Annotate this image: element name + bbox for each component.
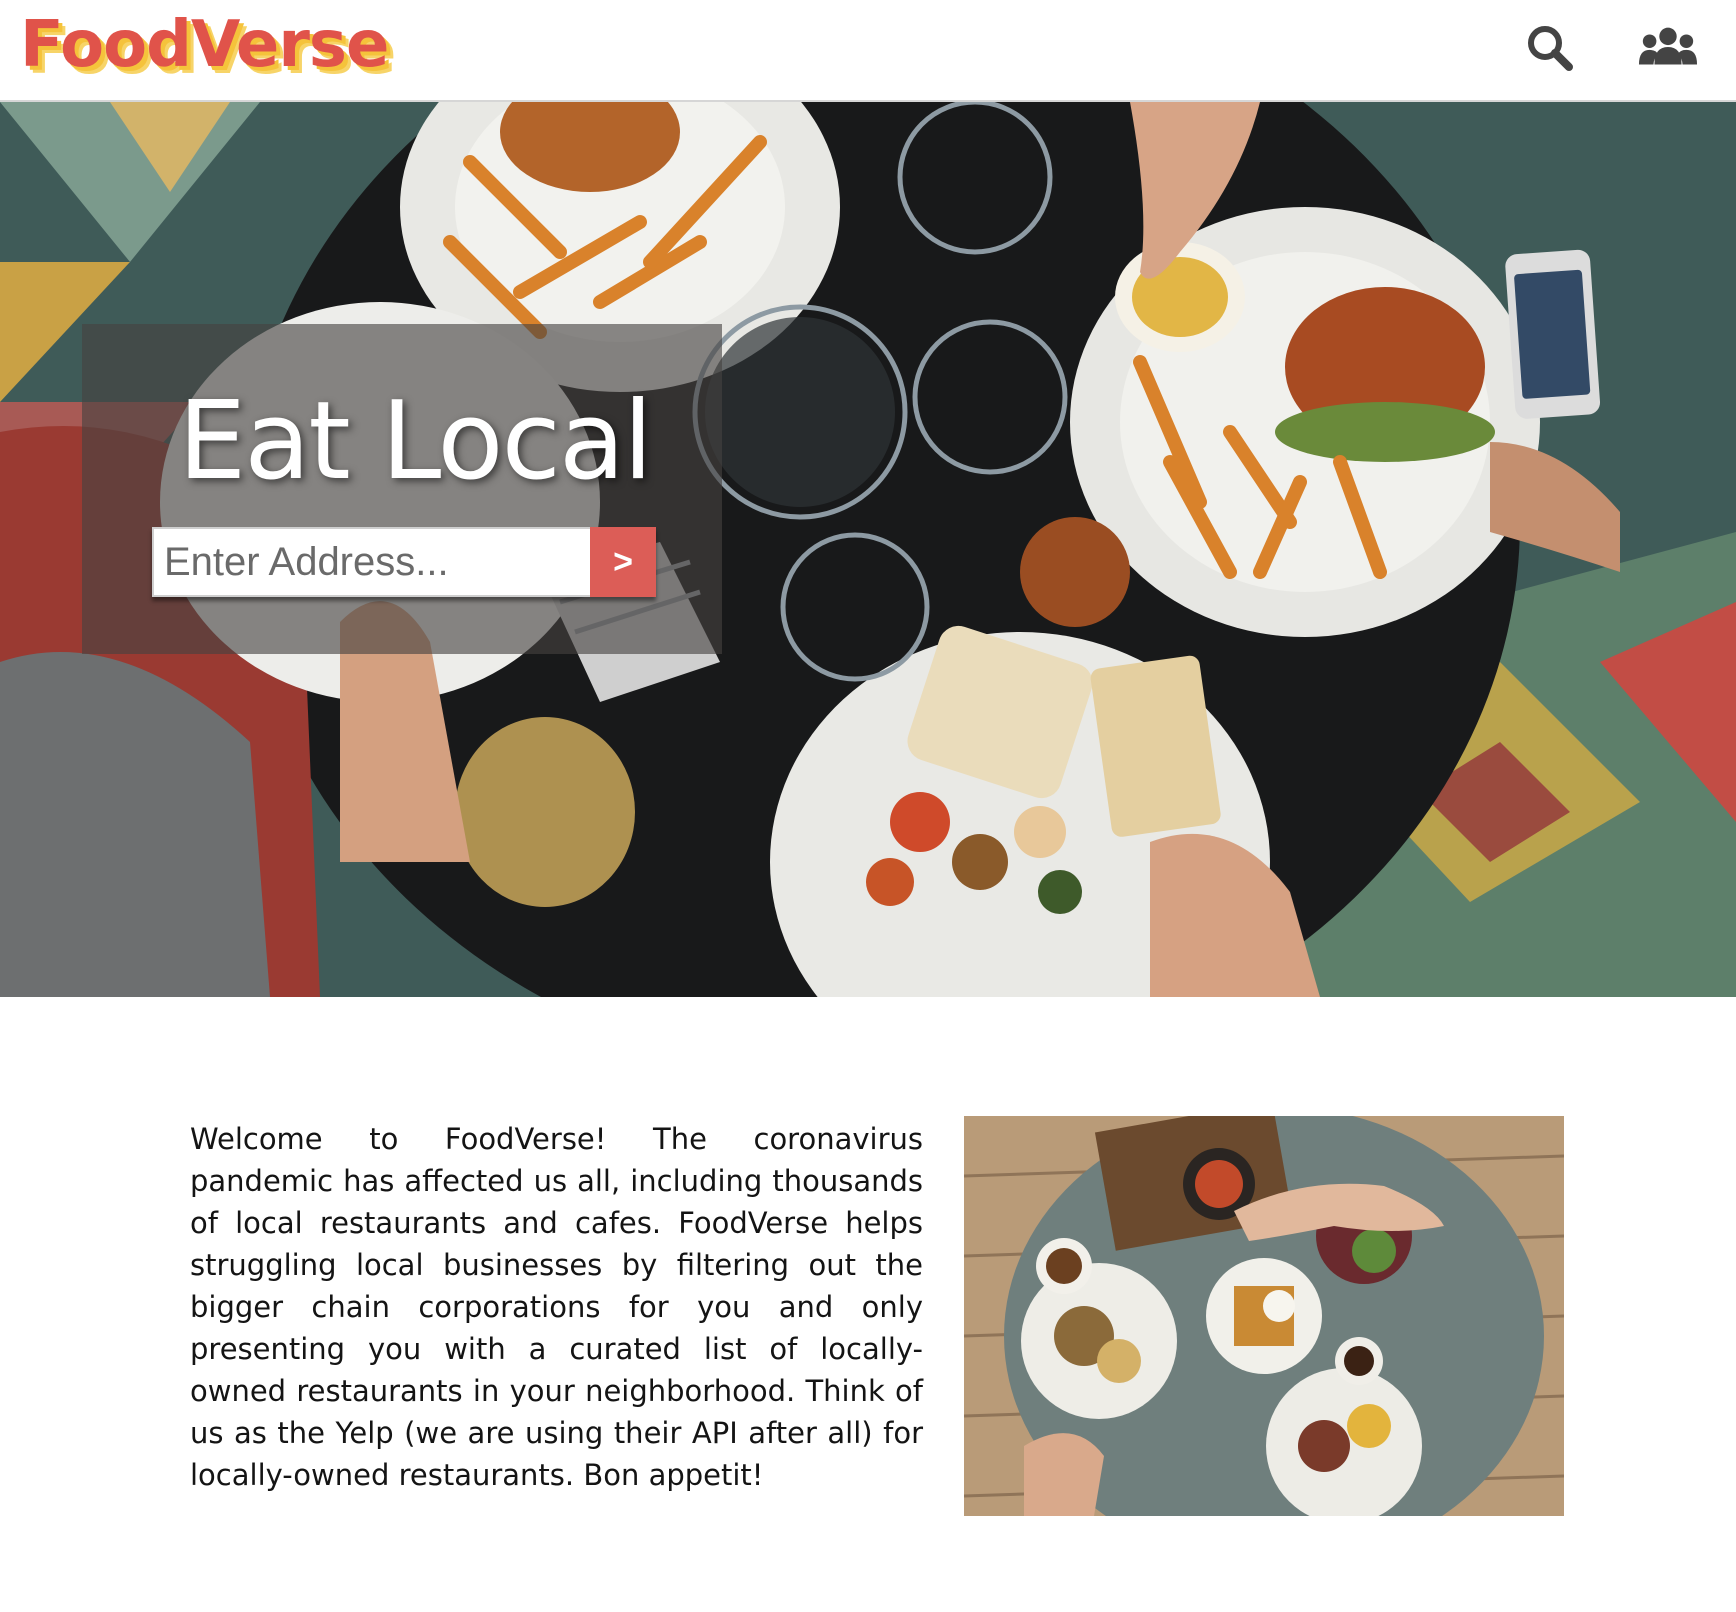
brunch-table-photo xyxy=(964,1116,1564,1516)
search-button[interactable] xyxy=(1520,20,1580,76)
search-icon xyxy=(1528,26,1573,71)
about-food-photo xyxy=(964,1116,1564,1516)
address-input[interactable] xyxy=(152,527,590,597)
users-button[interactable] xyxy=(1638,20,1698,76)
users-icon xyxy=(1638,27,1698,65)
hero-banner: Eat Local > xyxy=(0,102,1736,997)
foodverse-logo[interactable]: FoodVerse xyxy=(20,2,389,88)
hero-title: Eat Local xyxy=(178,379,653,504)
address-submit-button[interactable]: > xyxy=(590,527,656,597)
address-search-form: > xyxy=(152,527,656,597)
hero-search-panel: Eat Local > xyxy=(82,324,722,654)
about-paragraph: Welcome to FoodVerse! The coronavirus pa… xyxy=(190,1122,923,1492)
top-navbar: FoodVerse xyxy=(0,0,1736,102)
